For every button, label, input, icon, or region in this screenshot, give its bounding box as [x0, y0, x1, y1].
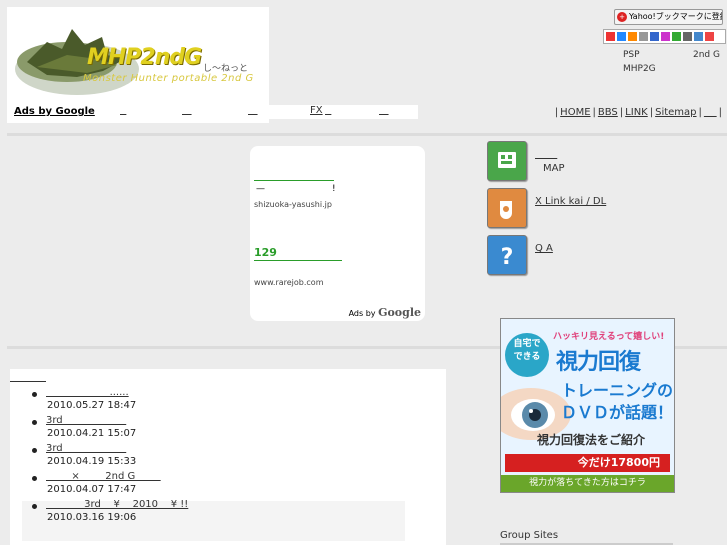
sidenav-item-qa[interactable]: ? Q A — [487, 235, 727, 275]
ad-1-title[interactable] — [254, 168, 334, 181]
logo-text: MHP2ndG — [87, 45, 202, 70]
ads-by-google-badge[interactable]: Ads by Google — [349, 306, 421, 319]
sidenav-link-label[interactable]: X Link kai / DL — [535, 196, 606, 207]
list-item: × 2nd G 2010.04.07 17:47 — [10, 471, 446, 499]
entry-title-link[interactable]: 3rd ¥ 2010 ¥ !! — [46, 499, 188, 510]
group-sites-heading: Group Sites — [500, 530, 559, 541]
question-icon: ? — [487, 235, 527, 275]
entry-date: 2010.05.27 18:47 — [47, 400, 137, 411]
ad-2-title[interactable]: 129 — [254, 246, 342, 261]
social-bookmark-icons — [603, 29, 726, 44]
nav-home[interactable]: HOME — [560, 107, 590, 118]
nav-link[interactable]: LINK — [625, 107, 648, 118]
sidenav-map-label: MAP — [543, 163, 565, 174]
ad-1-exclamation: ! — [332, 184, 336, 194]
banner-price: 今だけ17800円 — [505, 454, 670, 472]
banner-line2: トレーニングの — [561, 381, 674, 400]
svg-text:?: ? — [501, 245, 514, 270]
bookmark-icon-10[interactable] — [705, 32, 714, 41]
entry-title-link[interactable]: × 2nd G — [46, 471, 161, 482]
ad-2-url[interactable]: www.rarejob.com — [254, 278, 324, 287]
google-logo: Google — [378, 306, 421, 319]
nav-sitemap[interactable]: Sitemap — [655, 107, 696, 118]
entry-date: 2010.03.16 19:06 — [47, 512, 137, 523]
ad-1-description: — — [256, 184, 265, 194]
list-item: 3rd ¥ 2010 ¥ !! 2010.03.16 19:06 — [10, 499, 446, 527]
psp-label: PSP — [623, 50, 640, 60]
sidenav-qa-label[interactable]: Q A — [535, 243, 553, 254]
sidenav-map-line1[interactable] — [535, 149, 557, 160]
recent-list: ...... 2010.05.27 18:47 3rd 2010.04.21 15… — [10, 387, 446, 527]
nav-extra[interactable] — [704, 107, 717, 118]
ads-bar: Ads by Google FX — [7, 105, 418, 119]
ad-link-5[interactable] — [379, 105, 391, 116]
entry-title-link[interactable]: 3rd — [46, 443, 126, 454]
yahoo-bookmark-icon: + — [617, 11, 627, 22]
map-icon — [487, 141, 527, 181]
banner-tagline: ハッキリ見えるって嬉しい! — [553, 332, 665, 342]
entry-title-link[interactable]: ...... — [46, 387, 129, 398]
bookmark-icon-8[interactable] — [683, 32, 692, 41]
recent-entries-title — [10, 371, 46, 382]
banner-bubble: 自宅で できる — [505, 333, 549, 377]
ads-by-google-link[interactable]: Ads by Google — [14, 106, 95, 117]
ad-1-url[interactable]: shizuoka-yasushi.jp — [254, 200, 332, 209]
entry-date: 2010.04.07 17:47 — [47, 484, 137, 495]
ad-link-2[interactable] — [182, 105, 194, 116]
ad-link-1[interactable] — [120, 105, 126, 116]
yahoo-bookmark-label: Yahoo!ブックマークに登録 — [629, 12, 723, 21]
link-icon — [487, 188, 527, 228]
sidenav-item-map[interactable]: MAP — [487, 141, 727, 181]
ad-link-fx-tail[interactable] — [325, 105, 329, 116]
logo-subtitle: Monster Hunter portable 2nd G — [83, 73, 254, 84]
bookmark-icon-7[interactable] — [672, 32, 681, 41]
mhp2g-label: MHP2G — [623, 64, 656, 74]
banner-line4: 視力回復法をご紹介 — [537, 433, 646, 447]
recent-entries: ...... 2010.05.27 18:47 3rd 2010.04.21 15… — [10, 369, 446, 545]
header-divider — [7, 133, 727, 136]
entry-date: 2010.04.21 15:07 — [47, 428, 137, 439]
list-item: ...... 2010.05.27 18:47 — [10, 387, 446, 415]
yahoo-bookmark-button[interactable]: + Yahoo!ブックマークに登録 — [614, 9, 723, 25]
top-navigation: | HOME | BBS | LINK | Sitemap | | — [554, 107, 722, 118]
bookmark-icon-5[interactable] — [650, 32, 659, 41]
bookmark-icon-6[interactable] — [661, 32, 670, 41]
vision-recovery-banner[interactable]: 自宅で できる ハッキリ見えるって嬉しい! 視力回復 トレーニングの ＤＶＤが話… — [500, 318, 675, 493]
bookmark-icon-9[interactable] — [694, 32, 703, 41]
entry-date: 2010.04.19 15:33 — [47, 456, 137, 467]
bookmark-icon-1[interactable] — [606, 32, 615, 41]
ad-link-3[interactable] — [248, 105, 260, 116]
entry-title-link[interactable]: 3rd — [46, 415, 126, 426]
sidenav-item-link[interactable]: X Link kai / DL — [487, 188, 727, 228]
ad-link-fx[interactable]: FX — [310, 105, 323, 116]
google-ad-box: — ! shizuoka-yasushi.jp 129 www.rarejob.… — [250, 146, 425, 321]
bookmark-icon-2[interactable] — [617, 32, 626, 41]
bookmark-icon-4[interactable] — [639, 32, 648, 41]
banner-line3: ＤＶＤが話題！ — [561, 403, 674, 422]
banner-footer: 視力が落ちてきた方はコチラ — [501, 475, 674, 492]
bookmark-icon-3[interactable] — [628, 32, 637, 41]
second-g-label: 2nd G — [693, 50, 720, 60]
list-item: 3rd 2010.04.19 15:33 — [10, 443, 446, 471]
nav-bbs[interactable]: BBS — [598, 107, 618, 118]
banner-headline: 視力回復 — [556, 350, 641, 375]
list-item: 3rd 2010.04.21 15:07 — [10, 415, 446, 443]
